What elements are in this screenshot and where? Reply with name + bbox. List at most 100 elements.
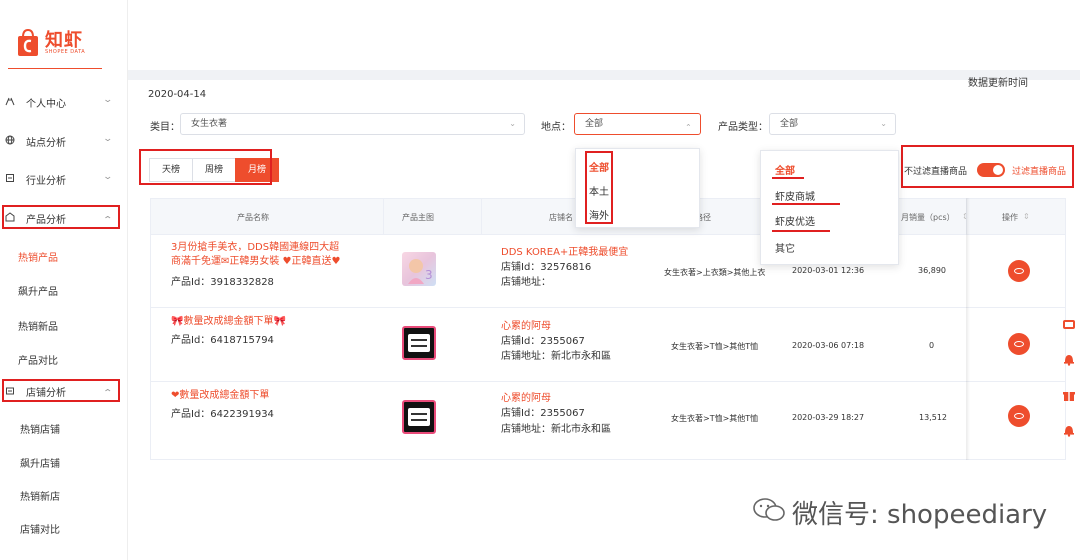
table-row: 3月份搶手美衣，DDS韓國連線四大超 商滿千免運✉正韓男女裝 ♥正韓直送♥ 产品… (151, 235, 1065, 308)
shop-id: 店铺Id：32576816 (501, 262, 592, 273)
monthly-sales: 13,512 (919, 413, 947, 422)
sidebar-item-label: 行业分析 (26, 175, 66, 187)
wechat-icon (752, 497, 786, 523)
column-header-shop-name: 店铺名 (549, 213, 573, 222)
product-name-link[interactable]: 3月份搶手美衣，DDS韓國連線四大超 商滿千免運✉正韓男女裝 ♥正韓直送♥ (171, 241, 371, 269)
shop-address: 店铺地址： (501, 277, 551, 288)
chevron-down-icon: ⌄ (102, 95, 114, 105)
sidebar-subitem-product-compare[interactable]: 产品对比 (18, 352, 58, 367)
product-thumbnail[interactable]: 3 (402, 252, 436, 286)
listed-date: 2020-03-06 07:18 (792, 341, 865, 350)
column-header-product-image: 产品主图 (402, 213, 434, 222)
highlight-box (585, 151, 613, 224)
sidebar-subitem-rising-stores[interactable]: 飙升店铺 (20, 455, 60, 470)
annotation-underline (772, 230, 830, 232)
listed-date: 2020-03-29 18:27 (792, 413, 865, 422)
sort-icon[interactable]: ⇕ (1023, 212, 1030, 221)
product-name-line: 3月份搶手美衣，DDS韓國連線四大超 (171, 242, 340, 253)
logo-divider (8, 68, 102, 69)
view-eye-icon[interactable] (1008, 405, 1030, 427)
sidebar-item-label: 个人中心 (26, 98, 66, 110)
location-select[interactable]: 全部 ⌄ (574, 113, 701, 135)
top-divider (128, 70, 1080, 80)
chevron-down-icon: ⌄ (102, 172, 114, 182)
annotation-underline (772, 203, 840, 205)
category-value: 女生衣著 (191, 119, 228, 129)
chevron-down-icon: ⌄ (102, 134, 114, 144)
shop-id: 店铺Id：2355067 (501, 336, 585, 347)
type-option-all[interactable]: 全部 (775, 162, 795, 177)
column-header-monthly-sales[interactable]: 月销量（pcs） (901, 212, 955, 223)
type-option-preferred[interactable]: 虾皮优选 (775, 213, 815, 228)
category-label: 类目： (150, 122, 180, 133)
shop-name-link[interactable]: 心累的阿母 (501, 389, 551, 404)
sidebar-subitem-hot-stores[interactable]: 热销店铺 (20, 421, 60, 436)
logo: 知虾 SHOPEE DATA (16, 28, 85, 58)
bell-icon[interactable] (1062, 423, 1076, 437)
product-table: 产品名称 产品主图 店铺名 类目路径 月销量（pcs） ⇕ 操作 ⇕ 3月份搶手… (150, 198, 1066, 460)
category-path: 女生衣著>T恤>其他T恤 (671, 414, 759, 423)
chevron-up-icon: ⌄ (685, 122, 692, 131)
product-name-link[interactable]: 🎀數量改成總金額下單🎀 (171, 315, 371, 329)
app-root: 知虾 SHOPEE DATA 个人中心 ⌄ 站点分析 ⌄ 行业分析 ⌄ 产品分析… (0, 0, 1080, 560)
product-id: 产品Id：6422391934 (171, 409, 274, 420)
listed-date: 2020-03-01 12:36 (792, 266, 865, 275)
view-eye-icon[interactable] (1008, 333, 1030, 355)
sidebar-item-site-analysis[interactable]: 站点分析 ⌄ (0, 129, 122, 153)
message-icon[interactable] (1062, 318, 1076, 332)
product-type-label: 产品类型： (718, 122, 768, 133)
svg-text:3: 3 (425, 268, 433, 282)
highlight-box (2, 205, 120, 229)
product-name-link[interactable]: ❤數量改成總金額下單 (171, 389, 371, 403)
report-date: 2020-04-14 (148, 89, 207, 100)
person-icon (4, 96, 16, 109)
category-path: 女生衣著>T恤>其他T恤 (671, 342, 759, 351)
shop-id: 店铺Id：2355067 (501, 408, 585, 419)
shop-name-link[interactable]: 心累的阿母 (501, 317, 551, 332)
monthly-sales: 0 (929, 341, 935, 350)
highlight-box (901, 145, 1074, 188)
sidebar-item-label: 站点分析 (26, 137, 66, 149)
sidebar-item-personal-center[interactable]: 个人中心 ⌄ (0, 90, 122, 114)
watermark-text: 微信号: shopeediary (792, 500, 1048, 530)
bell-icon[interactable] (1062, 352, 1076, 366)
location-value: 全部 (585, 119, 604, 129)
sidebar-subitem-hot-new-stores[interactable]: 热销新店 (20, 488, 60, 503)
monthly-sales: 36,890 (918, 266, 946, 275)
column-header-actions: 操作 (1002, 213, 1018, 222)
location-label: 地点： (541, 122, 571, 133)
table-row: ❤數量改成總金額下單 产品Id：6422391934 心累的阿母 店铺Id：23… (151, 383, 1065, 459)
product-type-dropdown: 全部 虾皮商城 虾皮优选 其它 (760, 150, 899, 265)
gift-icon[interactable] (1062, 388, 1076, 402)
product-id: 产品Id：3918332828 (171, 277, 274, 288)
category-select[interactable]: 女生衣著 ⌄ (180, 113, 525, 135)
highlight-box (2, 379, 120, 402)
sidebar-subitem-rising-products[interactable]: 飙升产品 (18, 283, 58, 298)
shop-address: 店铺地址：新北市永和區 (501, 424, 611, 435)
product-type-value: 全部 (780, 119, 799, 129)
chevron-down-icon: ⌄ (880, 119, 887, 128)
sidebar-subitem-store-compare[interactable]: 店铺对比 (20, 521, 60, 536)
sidebar-item-industry-analysis[interactable]: 行业分析 ⌄ (0, 167, 122, 191)
sidebar-subitem-hot-new-products[interactable]: 热销新品 (18, 318, 58, 333)
product-thumbnail[interactable] (402, 326, 436, 360)
shopee-bag-icon (16, 28, 40, 58)
type-option-shopee-mall[interactable]: 虾皮商城 (775, 188, 815, 203)
product-type-select[interactable]: 全部 ⌄ (769, 113, 896, 135)
table-row: 🎀數量改成總金額下單🎀 产品Id：6418715794 心累的阿母 店铺Id：2… (151, 309, 1065, 382)
type-option-other[interactable]: 其它 (775, 240, 795, 255)
product-thumbnail[interactable] (402, 400, 436, 434)
industry-icon (4, 173, 16, 186)
view-eye-icon[interactable] (1008, 260, 1030, 282)
category-path: 女生衣著>上衣類>其他上衣 (664, 268, 766, 277)
sidebar-subitem-hot-products[interactable]: 热销产品 (18, 249, 58, 264)
sidebar: 知虾 SHOPEE DATA 个人中心 ⌄ 站点分析 ⌄ 行业分析 ⌄ 产品分析… (0, 0, 128, 560)
product-name-line: 商滿千免運✉正韓男女裝 ♥正韓直送♥ (171, 256, 341, 267)
highlight-box (139, 149, 272, 185)
globe-icon (4, 135, 16, 148)
chevron-down-icon: ⌄ (509, 119, 516, 128)
update-time-label: 数据更新时间 (968, 78, 1028, 89)
logo-title: 知虾 (45, 29, 83, 51)
logo-subtitle: SHOPEE DATA (45, 48, 86, 55)
shop-name-link[interactable]: DDS KOREA+正韓我最便宜 (501, 243, 628, 258)
